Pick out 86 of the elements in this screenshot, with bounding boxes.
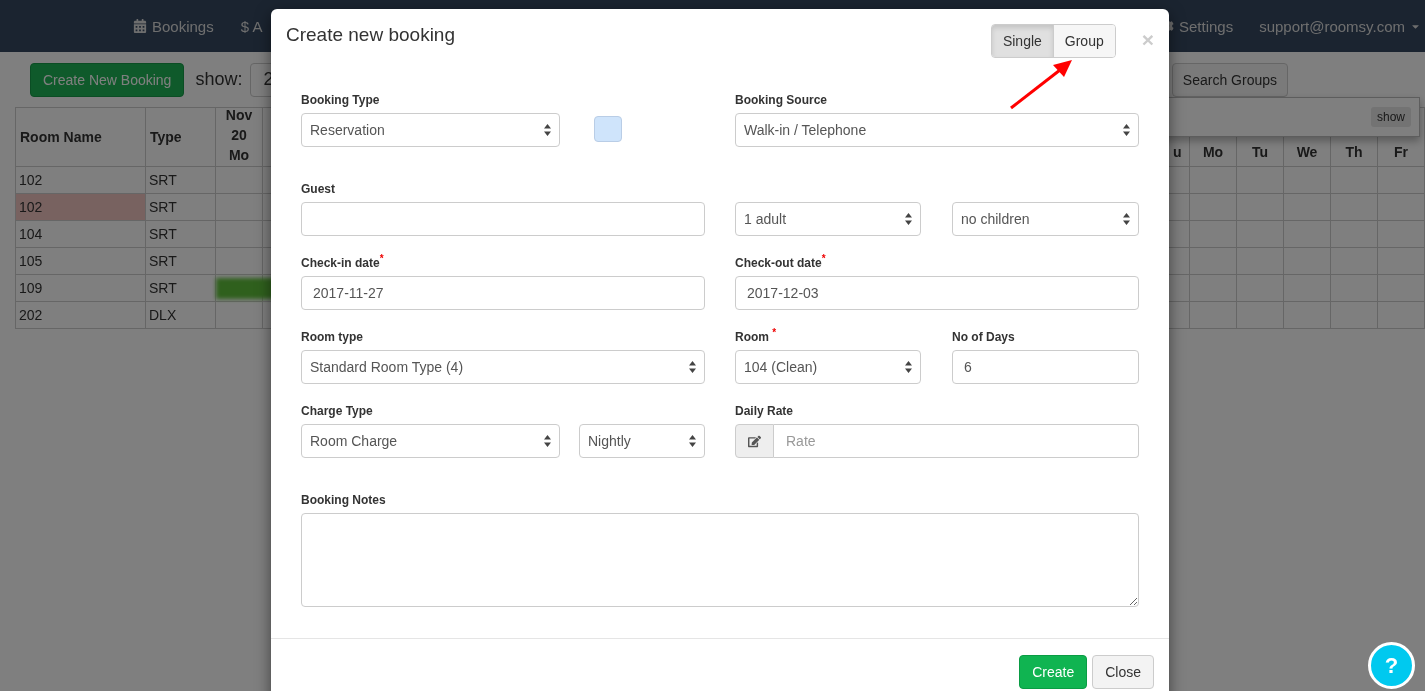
table-cell xyxy=(1237,194,1284,221)
show-label: show: xyxy=(195,69,243,90)
input-field[interactable]: 2017-11-27 xyxy=(301,276,705,310)
close-dialog-button[interactable]: Close xyxy=(1092,655,1154,689)
table-cell xyxy=(1378,275,1425,302)
table-cell xyxy=(1284,275,1331,302)
table-cell xyxy=(1284,302,1331,329)
select-arrows-icon xyxy=(544,124,551,136)
select-field[interactable]: 1 adult xyxy=(735,202,921,236)
select-arrows-icon xyxy=(905,361,912,373)
table-cell: 202 xyxy=(16,302,146,329)
select-arrows-icon xyxy=(905,213,912,225)
select-field[interactable]: 104 (Clean) xyxy=(735,350,921,384)
table-cell xyxy=(1237,275,1284,302)
table-cell xyxy=(1190,167,1237,194)
select-arrows-icon xyxy=(1123,124,1130,136)
table-cell xyxy=(1378,248,1425,275)
table-cell: SRT xyxy=(146,194,216,221)
table-cell xyxy=(1378,221,1425,248)
table-cell xyxy=(1237,248,1284,275)
select-arrows-icon xyxy=(544,435,551,447)
calendar-icon xyxy=(133,19,147,33)
table-cell xyxy=(1284,167,1331,194)
table-cell xyxy=(1331,275,1378,302)
table-cell xyxy=(1190,302,1237,329)
table-cell: 104 xyxy=(16,221,146,248)
search-groups-button[interactable]: Search Groups xyxy=(1171,62,1288,97)
field-label: No of Days xyxy=(952,330,1016,345)
select-arrows-icon xyxy=(689,361,696,373)
table-cell xyxy=(1331,167,1378,194)
table-cell xyxy=(1237,167,1284,194)
table-cell xyxy=(1331,221,1378,248)
field-label: Room type xyxy=(301,330,364,345)
select-field[interactable]: Room Charge xyxy=(301,424,560,458)
dialog-title: Create new booking xyxy=(286,24,456,46)
table-cell xyxy=(1190,221,1237,248)
arrow-annotation xyxy=(1010,60,1072,110)
table-cell xyxy=(1237,302,1284,329)
field-label: Booking Notes xyxy=(301,493,387,508)
table-cell xyxy=(1190,248,1237,275)
table-cell: 109 xyxy=(16,275,146,302)
table-cell: 102 xyxy=(16,194,146,221)
rate-field[interactable]: Rate xyxy=(774,424,1139,458)
column-header: Nov 20 Mo xyxy=(216,108,263,167)
field-label: Daily Rate xyxy=(735,404,795,419)
input-field[interactable]: 6 xyxy=(952,350,1139,384)
show-button[interactable]: show xyxy=(1371,107,1411,127)
table-cell xyxy=(1190,275,1237,302)
field-label: Check-out date$^{*}$ xyxy=(735,256,827,271)
field-label: Room $^{*}$ xyxy=(735,330,778,345)
color-swatch[interactable] xyxy=(594,116,622,142)
field-label: Charge Type xyxy=(301,404,374,419)
select-field[interactable]: Nightly xyxy=(579,424,705,458)
select-arrows-icon xyxy=(689,435,696,447)
table-cell: SRT xyxy=(146,248,216,275)
input-field[interactable]: 2017-12-03 xyxy=(735,276,1139,310)
table-cell xyxy=(1378,302,1425,329)
table-cell: 105 xyxy=(16,248,146,275)
table-cell xyxy=(1378,194,1425,221)
select-field[interactable]: Reservation xyxy=(301,113,560,147)
select-field[interactable]: Walk-in / Telephone xyxy=(735,113,1139,147)
edit-icon xyxy=(735,424,774,458)
table-cell: SRT xyxy=(146,221,216,248)
field-label: Check-in date$^{*}$ xyxy=(301,256,385,271)
field-label: Booking Type xyxy=(301,93,381,108)
notes-field[interactable] xyxy=(301,513,1139,607)
field-label: Guest xyxy=(301,182,336,197)
table-cell xyxy=(1331,302,1378,329)
table-cell: DLX xyxy=(146,302,216,329)
table-cell xyxy=(1284,221,1331,248)
select-arrows-icon xyxy=(1123,213,1130,225)
table-cell xyxy=(1237,221,1284,248)
table-cell xyxy=(1331,248,1378,275)
select-field[interactable]: Standard Room Type (4) xyxy=(301,350,705,384)
toggle-tab[interactable]: Single xyxy=(991,25,1053,57)
select-field[interactable]: no children xyxy=(952,202,1139,236)
field-label: Booking Source xyxy=(735,93,828,108)
input-field[interactable] xyxy=(301,202,705,236)
column-header: Room Name xyxy=(16,108,146,167)
toggle-tab[interactable]: Group xyxy=(1052,25,1115,57)
column-header: Type xyxy=(146,108,216,167)
table-cell xyxy=(1331,194,1378,221)
table-cell xyxy=(1284,194,1331,221)
table-cell xyxy=(1284,248,1331,275)
table-cell: SRT xyxy=(146,167,216,194)
table-cell xyxy=(1190,194,1237,221)
